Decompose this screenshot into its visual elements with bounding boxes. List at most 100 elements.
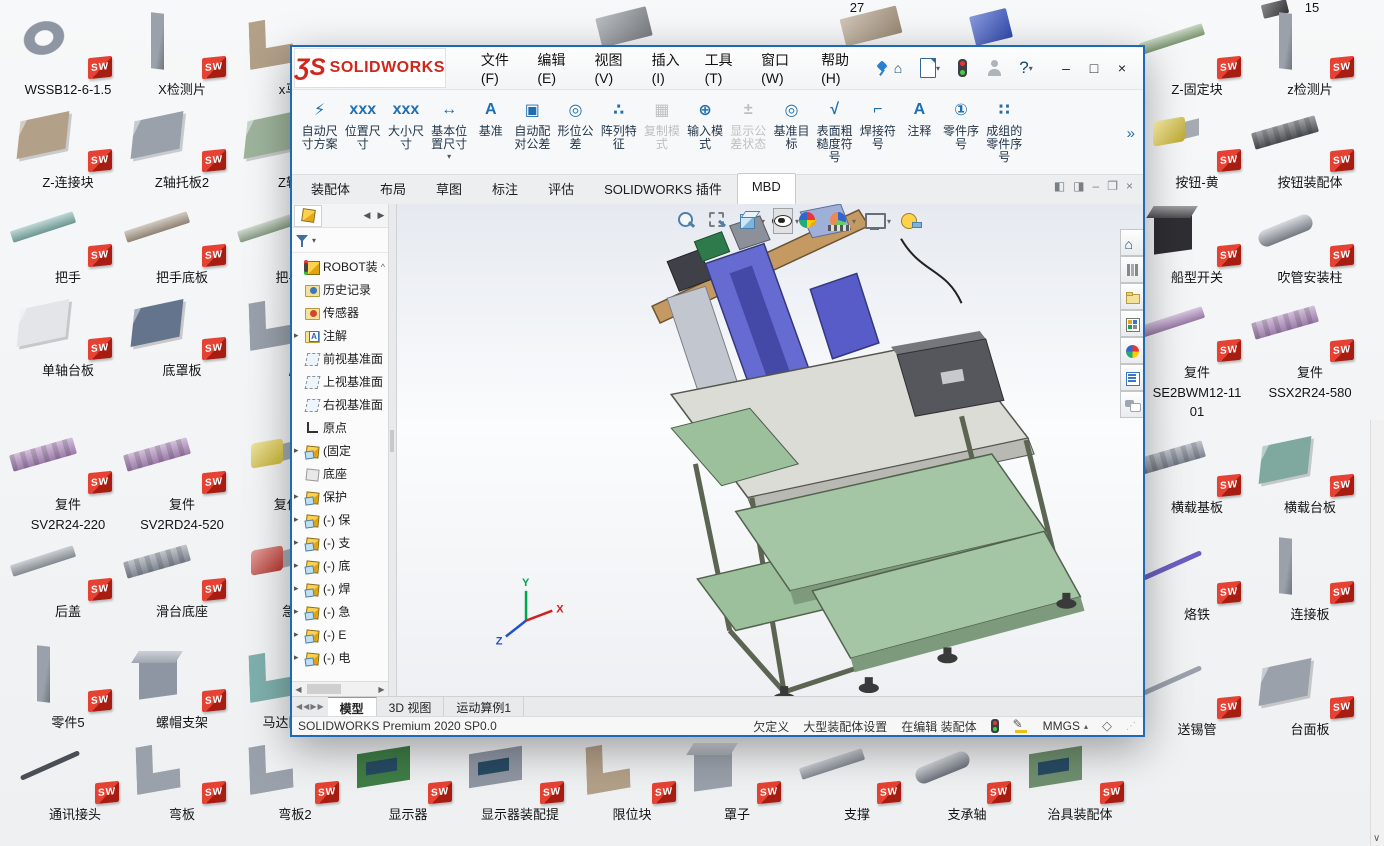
hud-button[interactable]	[706, 210, 730, 232]
scroll-down-icon[interactable]: ∨	[1373, 833, 1380, 844]
doc-close-button[interactable]: ×	[1126, 179, 1133, 193]
ribbon-button[interactable]: ∴ 阵列特征	[597, 93, 640, 173]
desktop-icon[interactable]: SW 复件 SV2RD24-520	[124, 425, 240, 534]
menu-item[interactable]: 编辑(E)	[528, 46, 581, 90]
tree-item[interactable]: ▸ 保护	[292, 485, 388, 508]
ribbon-button[interactable]: ◎ 基准目标	[770, 93, 813, 173]
connection-status-icon[interactable]	[951, 58, 973, 78]
desktop-icon[interactable]: SW 连接板	[1252, 535, 1368, 625]
expand-arrow-icon[interactable]: ▸	[294, 514, 304, 525]
desktop-icon[interactable]: SW 按钮-黄	[1139, 103, 1255, 193]
pane-right-icon[interactable]: ◨	[1073, 179, 1084, 193]
sheet-tab[interactable]: 模型	[328, 697, 377, 716]
desktop-icon[interactable]: SW 限位块	[574, 735, 690, 825]
task-pane-button[interactable]	[1120, 283, 1143, 310]
menu-item[interactable]: 窗口(W)	[752, 46, 808, 90]
expand-arrow-icon[interactable]: ▸	[294, 583, 304, 594]
desktop-icon[interactable]: SW 复件 SSX2R24-580	[1252, 293, 1368, 402]
command-tab[interactable]: 评估	[533, 173, 589, 204]
minimize-button[interactable]: –	[1053, 60, 1079, 76]
tree-item[interactable]: ▸ 底座	[292, 462, 388, 485]
expand-arrow-icon[interactable]: ▸	[294, 491, 304, 502]
desktop-icon[interactable]: SW Z-固定块	[1139, 10, 1255, 100]
desktop-icon[interactable]: SW 零件5	[10, 643, 126, 733]
hud-button[interactable]	[797, 210, 821, 232]
desktop-icon[interactable]: SW 滑台底座	[124, 532, 240, 622]
desktop-icon[interactable]: SW 显示器装配提	[462, 735, 578, 825]
tree-item[interactable]: ▸ 上视基准面	[292, 370, 388, 393]
desktop-icon[interactable]: SW z检测片	[1252, 10, 1368, 100]
tree-item[interactable]: ▸ (-) 焊	[292, 577, 388, 600]
tree-item[interactable]: ▸ (-) 电	[292, 646, 388, 669]
desktop-icon[interactable]: SW 横载台板	[1252, 428, 1368, 518]
desktop-icon[interactable]: SW 单轴台板	[10, 291, 126, 381]
assembly-tree-tab[interactable]	[294, 205, 322, 227]
tree-item[interactable]: ▸ 原点	[292, 416, 388, 439]
ribbon-button[interactable]: A 基准	[471, 93, 511, 173]
desktop-icon[interactable]: SW 支承轴	[909, 735, 1025, 825]
tree-item[interactable]: ▸ (-) 保	[292, 508, 388, 531]
ribbon-button[interactable]: ① 零件序号	[939, 93, 982, 173]
desktop-icon[interactable]: SW 复件 SE2BWM12-11 01	[1139, 293, 1255, 422]
desktop-icon[interactable]: SW Z轴托板2	[124, 103, 240, 193]
tree-item[interactable]: ▸ (-) 急	[292, 600, 388, 623]
task-pane-button[interactable]	[1120, 310, 1143, 337]
sheet-tab[interactable]: 3D 视图	[377, 697, 445, 716]
sheet-nav-arrow-icon[interactable]: ▶	[317, 702, 323, 711]
tab-scroll-left-icon[interactable]: ◀	[360, 210, 374, 221]
hud-button[interactable]: ▾	[863, 210, 891, 232]
tag-icon[interactable]: ◇	[1102, 718, 1112, 734]
desktop-icon[interactable]: SW 支撑	[799, 735, 915, 825]
pin-menubar-icon[interactable]	[874, 60, 887, 76]
ribbon-button[interactable]: xxx 大小尺寸	[384, 93, 427, 173]
user-account-icon[interactable]	[983, 58, 1005, 78]
tree-item[interactable]: ▸ (-) 底	[292, 554, 388, 577]
panel-splitter[interactable]	[389, 204, 397, 696]
assembly-3d-model[interactable]: Y X Z	[397, 204, 1143, 696]
ribbon-button[interactable]: xxx 位置尺寸	[341, 93, 384, 173]
expand-arrow-icon[interactable]: ▸	[294, 330, 304, 341]
desktop-icon[interactable]: SW WSSB12-6-1.5	[10, 10, 126, 100]
filter-funnel-icon[interactable]	[296, 234, 309, 247]
desktop-icon[interactable]: SW 送锡管	[1139, 650, 1255, 740]
ribbon-button[interactable]: ± 显示公差状态	[727, 93, 770, 173]
task-pane-button[interactable]	[1120, 337, 1143, 364]
desktop-icon[interactable]: SW 螺帽支架	[124, 643, 240, 733]
tree-item[interactable]: ▸ (-) E	[292, 623, 388, 646]
pane-left-icon[interactable]: ◧	[1054, 179, 1065, 193]
desktop-icon[interactable]: SW 把手底板	[124, 198, 240, 288]
tab-scroll-right-icon[interactable]: ▶	[374, 210, 388, 221]
new-document-icon[interactable]: ▾	[919, 58, 941, 78]
tree-item[interactable]: ▸ 注解	[292, 324, 388, 347]
ribbon-button[interactable]: √ 表面粗糙度符号	[813, 93, 856, 173]
menu-item[interactable]: 帮助(H)	[812, 46, 866, 90]
task-pane-button[interactable]: ⌂	[1120, 229, 1143, 256]
maximize-button[interactable]: □	[1081, 60, 1107, 76]
sheet-nav-arrow-icon[interactable]: ◀	[303, 702, 309, 711]
ribbon-button[interactable]: ∷ 成组的零件序号	[983, 93, 1026, 173]
desktop-icon[interactable]: SW 弯板2	[237, 735, 353, 825]
desktop-icon[interactable]: SW 台面板	[1252, 650, 1368, 740]
filter-dropdown-icon[interactable]: ▾	[312, 236, 316, 245]
expand-arrow-icon[interactable]: ▸	[294, 629, 304, 640]
help-menu[interactable]: ?▾	[1015, 58, 1037, 78]
ribbon-button[interactable]: ▦ 复制模式	[640, 93, 683, 173]
tree-item[interactable]: ▸ 历史记录	[292, 278, 388, 301]
menu-item[interactable]: 文件(F)	[472, 46, 525, 90]
tree-item[interactable]: ▸ (-) 支	[292, 531, 388, 554]
doc-minimize-button[interactable]: –	[1093, 179, 1100, 193]
hud-button[interactable]	[675, 210, 699, 232]
tree-item[interactable]: ▸ 右视基准面	[292, 393, 388, 416]
desktop-icon[interactable]: SW 把手	[10, 198, 126, 288]
desktop-icon[interactable]: SW 烙铁	[1139, 535, 1255, 625]
ribbon-button[interactable]: ⌐ 焊接符号	[856, 93, 899, 173]
title-bar[interactable]: ƷS SOLIDWORKS 文件(F) 编辑(E) 视图(V) 插入(I) 工具…	[292, 47, 1143, 90]
ribbon-button[interactable]: ▣ 自动配对公差	[511, 93, 554, 173]
scrollbar-thumb[interactable]	[307, 684, 341, 694]
desktop-icon[interactable]: SW 底罩板	[124, 291, 240, 381]
menu-item[interactable]: 工具(T)	[696, 46, 749, 90]
ribbon-button[interactable]: ◎ 形位公差	[554, 93, 597, 173]
ribbon-button[interactable]: ⚡ 自动尺寸方案	[298, 93, 341, 173]
expand-arrow-icon[interactable]: ▸	[294, 652, 304, 663]
home-icon[interactable]: ⌂	[887, 58, 909, 78]
